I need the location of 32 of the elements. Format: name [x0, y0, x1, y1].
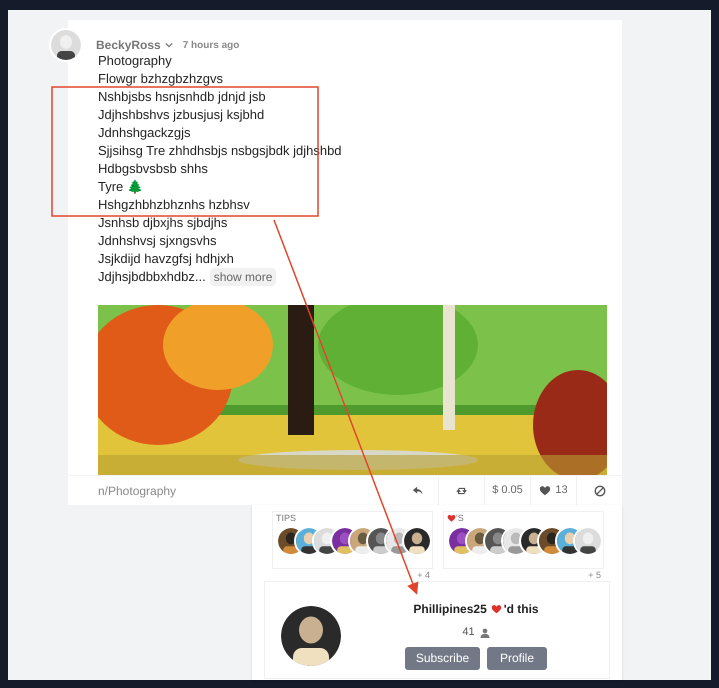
- reply-icon: [412, 484, 424, 496]
- block-icon: [594, 484, 606, 496]
- author-name[interactable]: BeckyRoss: [96, 36, 161, 54]
- panel-title: TIPS: [276, 512, 296, 525]
- subscribe-button[interactable]: Subscribe: [405, 646, 480, 670]
- post-text-line: Tyre 🌲: [98, 178, 143, 196]
- heart-icon: [539, 484, 552, 496]
- community-link[interactable]: n/Photography: [98, 482, 176, 500]
- post-text-line: Jdnhshvsj sjxngsvhs: [98, 232, 216, 250]
- post-text-line: Jdjhsjbdbbxhdbz...: [98, 268, 206, 286]
- post-text-line: Jsnhsb djbxjhs sjbdjhs: [98, 214, 228, 232]
- user-icon: [480, 628, 490, 638]
- panel-title: 'S: [456, 512, 464, 525]
- more-count: + 5: [588, 568, 601, 582]
- post-text-line: Hdbgsbvsbsb shhs: [98, 160, 208, 178]
- show-more-button[interactable]: show more: [210, 268, 276, 286]
- post-text-line: Nshbjsbs hsnjsnhdb jdnjd jsb: [98, 88, 266, 106]
- more-count: + 4: [417, 568, 430, 582]
- follower-count: 41: [462, 625, 475, 640]
- heart-icon: [447, 514, 456, 524]
- heart-icon: [490, 604, 502, 615]
- post-text-line: Jsjkdijd havzgfsj hdhjxh: [98, 250, 234, 268]
- profile-button[interactable]: Profile: [487, 646, 547, 670]
- post-text-line: Photography: [98, 52, 172, 70]
- post-text-line: Jdnhshgackzgjs: [98, 124, 190, 142]
- post-text-line: Hshgzhbhzbhznhs hzbhsv: [98, 196, 250, 214]
- post-text-line: Jdjhshbshvs jzbusjusj ksjbhd: [98, 106, 264, 124]
- post-text-line: Flowgr bzhzgbzhzgvs: [98, 70, 223, 88]
- timestamp: 7 hours ago: [182, 38, 240, 52]
- liked-label: 'd this: [504, 601, 539, 618]
- liker-name[interactable]: Phillipines25: [413, 600, 487, 618]
- chevron-down-icon[interactable]: [164, 41, 173, 49]
